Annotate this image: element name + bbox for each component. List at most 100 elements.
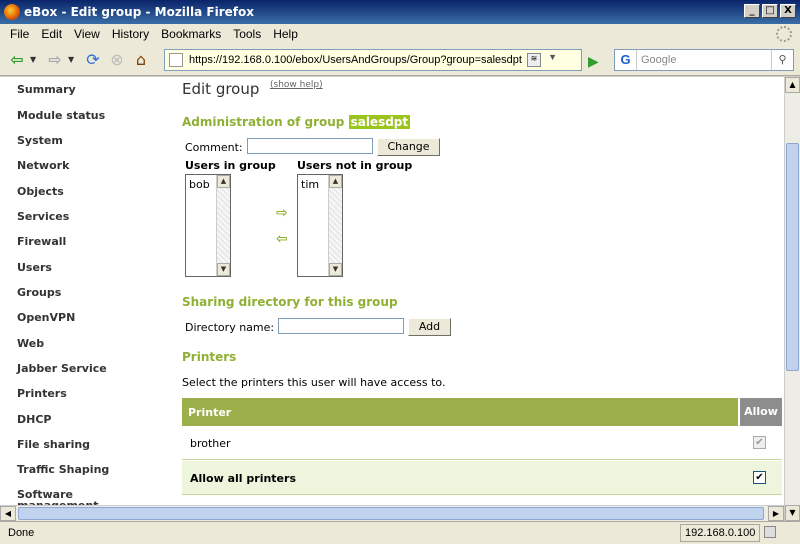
list-scrollbar[interactable]: ▲ ▼ <box>328 175 342 276</box>
url-dropdown-icon[interactable]: ▼ <box>548 52 557 62</box>
window-titlebar: eBox - Edit group - Mozilla Firefox _ □ … <box>0 0 800 24</box>
throbber-icon <box>776 26 792 42</box>
list-scrollbar[interactable]: ▲ ▼ <box>216 175 230 276</box>
sidebar-item-network[interactable]: Network <box>17 159 69 172</box>
page-icon <box>169 53 183 67</box>
change-button[interactable]: Change <box>377 138 440 156</box>
scroll-down-icon[interactable]: ▼ <box>329 263 342 276</box>
move-right-arrow-icon[interactable]: ⇨ <box>276 205 288 221</box>
main-panel: Edit group (show help) Administration of… <box>182 77 784 521</box>
vertical-scrollbar[interactable]: ▲ ▼ <box>784 77 800 521</box>
sidebar-item-traffic-shaping[interactable]: Traffic Shaping <box>17 463 109 476</box>
forward-arrow-icon[interactable]: ⇨ <box>44 49 66 71</box>
status-host: 192.168.0.100 <box>680 524 760 542</box>
back-history-dropdown-icon[interactable]: ▼ <box>30 55 40 64</box>
comment-label: Comment: <box>185 141 243 154</box>
sidebar-item-services[interactable]: Services <box>17 210 69 223</box>
maximize-button[interactable]: □ <box>762 4 778 18</box>
menu-file[interactable]: File <box>4 27 35 41</box>
scroll-down-icon[interactable]: ▼ <box>217 263 230 276</box>
scroll-up-icon[interactable]: ▲ <box>785 77 800 93</box>
forward-history-dropdown-icon[interactable]: ▼ <box>68 55 78 64</box>
sidebar-item-file-sharing[interactable]: File sharing <box>17 438 90 451</box>
table-header: Printer Allow <box>182 398 782 426</box>
sidebar-item-web[interactable]: Web <box>17 337 44 350</box>
rss-feed-icon[interactable]: ≋ <box>527 53 541 67</box>
back-arrow-icon[interactable]: ⇦ <box>6 49 28 71</box>
menu-edit[interactable]: Edit <box>35 27 68 41</box>
admin-heading-text: Administration of group <box>182 115 345 129</box>
sidebar-item-system[interactable]: System <box>17 134 63 147</box>
menu-bookmarks[interactable]: Bookmarks <box>155 27 227 41</box>
list-item[interactable]: bob <box>189 178 210 191</box>
admin-heading: Administration of group salesdpt <box>182 115 411 129</box>
scroll-left-icon[interactable]: ◀ <box>0 506 16 521</box>
home-icon[interactable]: ⌂ <box>130 49 152 71</box>
sidebar-item-groups[interactable]: Groups <box>17 286 61 299</box>
table-row: Allow all printers ✔ <box>182 461 782 495</box>
scroll-down-icon[interactable]: ▼ <box>785 505 800 521</box>
list-item[interactable]: tim <box>301 178 319 191</box>
sidebar-menu: Summary Module status System Network Obj… <box>0 77 168 521</box>
sidebar-item-openvpn[interactable]: OpenVPN <box>17 311 75 324</box>
firefox-icon <box>4 4 20 20</box>
sidebar-item-objects[interactable]: Objects <box>17 185 64 198</box>
menu-history[interactable]: History <box>106 27 155 41</box>
add-button[interactable]: Add <box>408 318 451 336</box>
sidebar-item-dhcp[interactable]: DHCP <box>17 413 51 426</box>
users-not-in-group-label: Users not in group <box>297 159 413 172</box>
search-placeholder: Google <box>641 54 677 66</box>
search-box[interactable]: G Google ⚲ <box>614 49 794 71</box>
users-not-in-group-list[interactable]: tim ▲ ▼ <box>297 174 343 277</box>
table-row: brother ✔ <box>182 426 782 460</box>
scroll-thumb[interactable] <box>786 143 799 371</box>
window-title: eBox - Edit group - Mozilla Firefox <box>24 5 254 19</box>
horizontal-scrollbar[interactable]: ◀ ▶ <box>0 505 784 521</box>
scroll-right-icon[interactable]: ▶ <box>768 506 784 521</box>
scroll-thumb[interactable] <box>18 507 764 520</box>
sidebar-item-summary[interactable]: Summary <box>17 83 76 96</box>
printers-heading: Printers <box>182 350 237 364</box>
allow-all-label: Allow all printers <box>190 472 296 485</box>
address-bar[interactable]: https://192.168.0.100/ebox/UsersAndGroup… <box>164 49 582 71</box>
search-icon[interactable]: ⚲ <box>771 50 793 70</box>
sharing-heading: Sharing directory for this group <box>182 295 398 309</box>
scroll-up-icon[interactable]: ▲ <box>217 175 230 188</box>
scroll-up-icon[interactable]: ▲ <box>329 175 342 188</box>
menu-tools[interactable]: Tools <box>227 27 267 41</box>
users-in-group-list[interactable]: bob ▲ ▼ <box>185 174 231 277</box>
go-arrow-icon[interactable]: ▶ <box>588 54 599 70</box>
menu-view[interactable]: View <box>68 27 106 41</box>
directory-label: Directory name: <box>185 321 275 334</box>
status-bar: Done 192.168.0.100 <box>0 521 800 544</box>
printer-name: brother <box>190 437 231 450</box>
url-text: https://192.168.0.100/ebox/UsersAndGroup… <box>189 54 522 66</box>
sidebar-item-users[interactable]: Users <box>17 261 52 274</box>
menu-help[interactable]: Help <box>267 27 304 41</box>
status-text: Done <box>8 527 35 539</box>
sidebar-item-printers[interactable]: Printers <box>17 387 67 400</box>
sidebar-item-firewall[interactable]: Firewall <box>17 235 66 248</box>
sidebar-item-jabber-service[interactable]: Jabber Service <box>17 362 107 375</box>
page-title: Edit group <box>182 80 260 98</box>
printers-description: Select the printers this user will have … <box>182 376 446 389</box>
sidebar-item-module-status[interactable]: Module status <box>17 109 105 122</box>
column-header-printer: Printer <box>188 406 232 419</box>
navigation-toolbar: ⇦ ▼ ⇨ ▼ ⟳ ⊗ ⌂ https://192.168.0.100/ebox… <box>0 44 800 76</box>
close-button[interactable]: X <box>780 4 796 18</box>
stop-icon[interactable]: ⊗ <box>106 49 128 71</box>
page-content: Summary Module status System Network Obj… <box>0 77 784 521</box>
search-engine-icon[interactable]: G <box>615 50 637 70</box>
minimize-button[interactable]: _ <box>744 4 760 18</box>
comment-input[interactable] <box>247 138 373 154</box>
security-lock-icon[interactable] <box>764 526 776 538</box>
users-in-group-label: Users in group <box>185 159 276 172</box>
show-help-link[interactable]: (show help) <box>270 80 323 90</box>
directory-input[interactable] <box>278 318 404 334</box>
reload-icon[interactable]: ⟳ <box>82 49 104 71</box>
column-header-allow: Allow <box>738 398 782 426</box>
group-name-badge: salesdpt <box>348 115 411 129</box>
move-left-arrow-icon[interactable]: ⇦ <box>276 231 288 247</box>
allow-checkbox[interactable]: ✔ <box>753 436 766 449</box>
allow-all-checkbox[interactable]: ✔ <box>753 471 766 484</box>
